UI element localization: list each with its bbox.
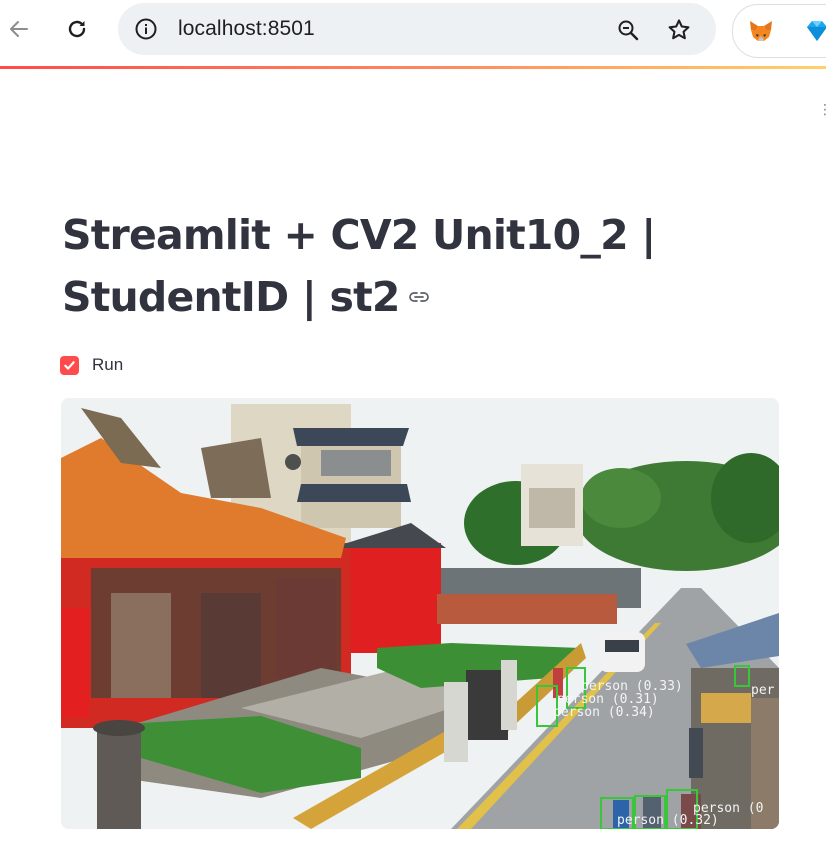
- site-info-button[interactable]: [132, 15, 160, 43]
- metamask-fox-icon[interactable]: [747, 17, 775, 45]
- checkbox-checked[interactable]: [60, 355, 79, 375]
- blue-diamond-icon[interactable]: [803, 17, 826, 45]
- streamlit-top-decoration: [0, 66, 826, 69]
- extensions-bar: [732, 4, 826, 58]
- reload-button[interactable]: [62, 14, 92, 44]
- link-icon[interactable]: [408, 290, 430, 304]
- main-menu-button[interactable]: ⋮: [818, 100, 826, 120]
- page-title: Streamlit + CV2 Unit10_2 | StudentID | s…: [62, 204, 762, 328]
- video-stream: person (0.33) person (0.31) person (0.34…: [61, 398, 779, 829]
- browser-toolbar: localhost:8501: [0, 0, 826, 66]
- zoom-out-icon: [618, 20, 639, 41]
- video-frame-image: person (0.33) person (0.31) person (0.34…: [61, 398, 779, 829]
- page-title-text: Streamlit + CV2 Unit10_2 | StudentID | s…: [62, 211, 656, 321]
- address-bar[interactable]: localhost:8501: [118, 3, 716, 55]
- arrow-left-icon: [10, 21, 28, 37]
- run-checkbox[interactable]: Run: [60, 354, 123, 376]
- reload-icon: [68, 20, 86, 38]
- back-button[interactable]: [4, 14, 34, 44]
- check-icon: [64, 360, 75, 370]
- detection-label: person (0.32): [617, 813, 719, 828]
- detection-label: person (0.34): [553, 705, 655, 720]
- info-icon: [135, 18, 157, 40]
- star-icon: [668, 19, 690, 40]
- zoom-button[interactable]: [614, 16, 642, 44]
- bookmark-button[interactable]: [664, 15, 694, 45]
- detection-label: per: [751, 683, 775, 698]
- run-label: Run: [92, 355, 124, 374]
- url-text[interactable]: localhost:8501: [178, 17, 315, 41]
